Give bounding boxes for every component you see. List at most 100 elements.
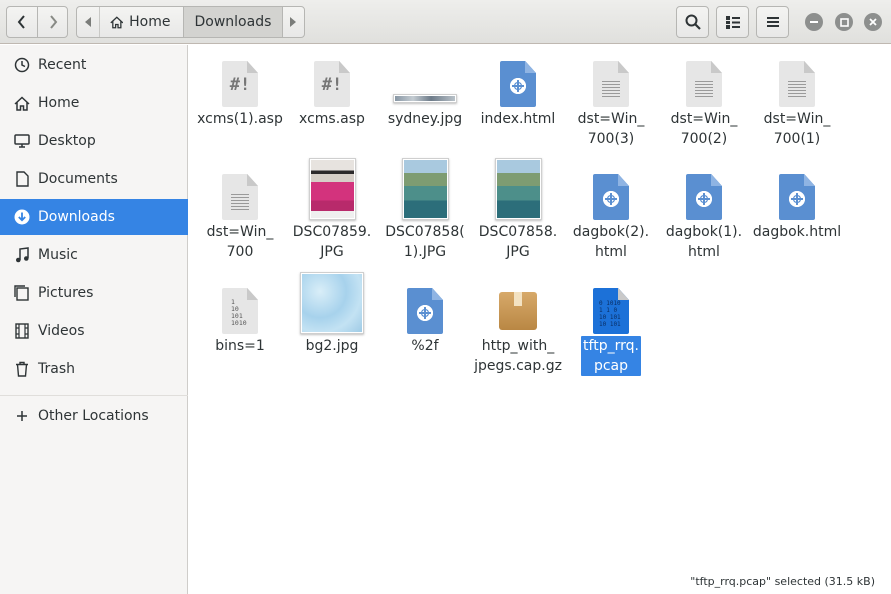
file-name: dst=Win_ 700(2) (670, 111, 738, 147)
maximize-button[interactable] (835, 13, 853, 31)
file-name: DSC07858. JPG (478, 224, 558, 260)
chevron-right-icon (49, 15, 57, 29)
sidebar-item-label: Documents (38, 171, 118, 187)
selection-status: "tftp_rrq.pcap" selected (31.5 kB) (690, 575, 875, 588)
file-name: dagbok(1). html (665, 224, 743, 260)
file-item[interactable]: index.html (472, 47, 564, 129)
file-item-selected[interactable]: 0 1010 1 1 0 10 101 10 101 tftp_rrq. pca… (565, 274, 657, 376)
file-name: tftp_rrq. pcap (581, 336, 641, 376)
hamburger-menu-icon (766, 17, 779, 27)
file-item[interactable]: %2f (379, 274, 471, 356)
file-name: %2f (411, 338, 439, 354)
file-item[interactable]: dagbok.html (751, 160, 843, 242)
text-file-icon (779, 61, 815, 107)
sidebar-item-label: Desktop (38, 133, 96, 149)
text-file-icon (686, 61, 722, 107)
close-icon (869, 18, 877, 26)
file-name: DSC07858( 1).JPG (385, 224, 465, 260)
back-button[interactable] (7, 7, 37, 37)
html-file-icon (500, 61, 536, 107)
pcap-file-icon: 0 1010 1 1 0 10 101 10 101 (593, 288, 629, 334)
sidebar-item-desktop[interactable]: Desktop (0, 123, 188, 159)
html-file-icon (593, 174, 629, 220)
path-scroll-right-button[interactable] (283, 7, 305, 37)
chevron-left-icon (17, 15, 25, 29)
file-item[interactable]: dagbok(1). html (658, 160, 750, 262)
download-icon (13, 208, 31, 226)
path-home-label: Home (129, 14, 171, 30)
file-name: dst=Win_ 700(1) (763, 111, 831, 147)
sidebar-item-trash[interactable]: Trash (0, 351, 188, 387)
triangle-left-icon (84, 17, 91, 27)
sidebar-item-downloads[interactable]: Downloads (0, 199, 188, 235)
file-item[interactable]: dagbok(2). html (565, 160, 657, 262)
file-name: sydney.jpg (387, 111, 463, 127)
forward-button[interactable] (37, 7, 67, 37)
sidebar-item-label: Videos (38, 323, 85, 339)
file-name: xcms(1).asp (197, 111, 283, 127)
home-icon (13, 94, 31, 112)
file-item[interactable]: bg2.jpg (286, 272, 378, 356)
file-name: dst=Win_ 700(3) (577, 111, 645, 147)
view-mode-button[interactable] (716, 6, 749, 38)
sidebar-item-label: Home (38, 95, 80, 111)
file-item[interactable]: http_with_ jpegs.cap.gz (472, 274, 564, 376)
image-thumbnail (300, 272, 364, 334)
sidebar-separator (0, 395, 188, 396)
sidebar-item-music[interactable]: Music (0, 237, 188, 273)
script-file-icon: #! (222, 61, 258, 107)
file-item[interactable]: dst=Win_ 700(1) (751, 47, 843, 149)
minimize-icon (810, 21, 818, 23)
file-item[interactable]: DSC07858( 1).JPG (379, 158, 471, 262)
html-file-icon (407, 288, 443, 334)
sidebar-item-documents[interactable]: Documents (0, 161, 188, 197)
image-thumbnail (401, 158, 449, 220)
list-view-icon (725, 15, 740, 29)
file-item[interactable]: sydney.jpg (379, 47, 471, 129)
sidebar-item-label: Recent (38, 57, 87, 73)
sidebar-item-other-locations[interactable]: Other Locations (0, 398, 188, 434)
file-item[interactable]: DSC07859. JPG (286, 158, 378, 262)
file-item[interactable]: 1 10 101 1010 bins=1 (194, 274, 286, 356)
file-item[interactable]: dst=Win_ 700 (194, 160, 286, 262)
file-item[interactable]: dst=Win_ 700(2) (658, 47, 750, 149)
sidebar-item-label: Trash (38, 361, 75, 377)
image-thumbnail (308, 158, 356, 220)
pictures-icon (13, 284, 31, 302)
sidebar-item-videos[interactable]: Videos (0, 313, 188, 349)
file-item[interactable]: dst=Win_ 700(3) (565, 47, 657, 149)
video-icon (13, 322, 31, 340)
sidebar-item-label: Other Locations (38, 408, 149, 424)
path-downloads-button[interactable]: Downloads (182, 7, 283, 37)
sidebar-item-pictures[interactable]: Pictures (0, 275, 188, 311)
menu-button[interactable] (756, 6, 789, 38)
sidebar-item-home[interactable]: Home (0, 85, 188, 121)
text-file-icon (593, 61, 629, 107)
text-file-icon (222, 174, 258, 220)
html-file-icon (779, 174, 815, 220)
file-name: index.html (480, 111, 556, 127)
trash-icon (13, 360, 31, 378)
plus-icon (13, 407, 31, 425)
sidebar: Recent Home Desktop Documents Downloads … (0, 45, 188, 594)
document-icon (13, 170, 31, 188)
home-icon (109, 15, 123, 28)
clock-icon (13, 56, 31, 74)
file-icon-view: #! xcms(1).asp #! xcms.asp sydney.jpg in… (189, 45, 891, 594)
navigation-buttons (6, 6, 68, 38)
file-name: dagbok.html (752, 224, 842, 240)
file-item[interactable]: DSC07858. JPG (472, 158, 564, 262)
close-button[interactable] (864, 13, 882, 31)
archive-file-icon (499, 292, 537, 330)
file-name: bg2.jpg (305, 338, 359, 354)
path-home-button[interactable]: Home (98, 7, 183, 37)
file-item[interactable]: #! xcms(1).asp (194, 47, 286, 129)
sidebar-item-recent[interactable]: Recent (0, 47, 188, 83)
file-item[interactable]: #! xcms.asp (286, 47, 378, 129)
triangle-right-icon (290, 17, 297, 27)
minimize-button[interactable] (805, 13, 823, 31)
file-name: DSC07859. JPG (292, 224, 372, 260)
search-button[interactable] (676, 6, 709, 38)
path-scroll-left-button[interactable] (77, 7, 99, 37)
image-thumbnail (393, 94, 457, 103)
